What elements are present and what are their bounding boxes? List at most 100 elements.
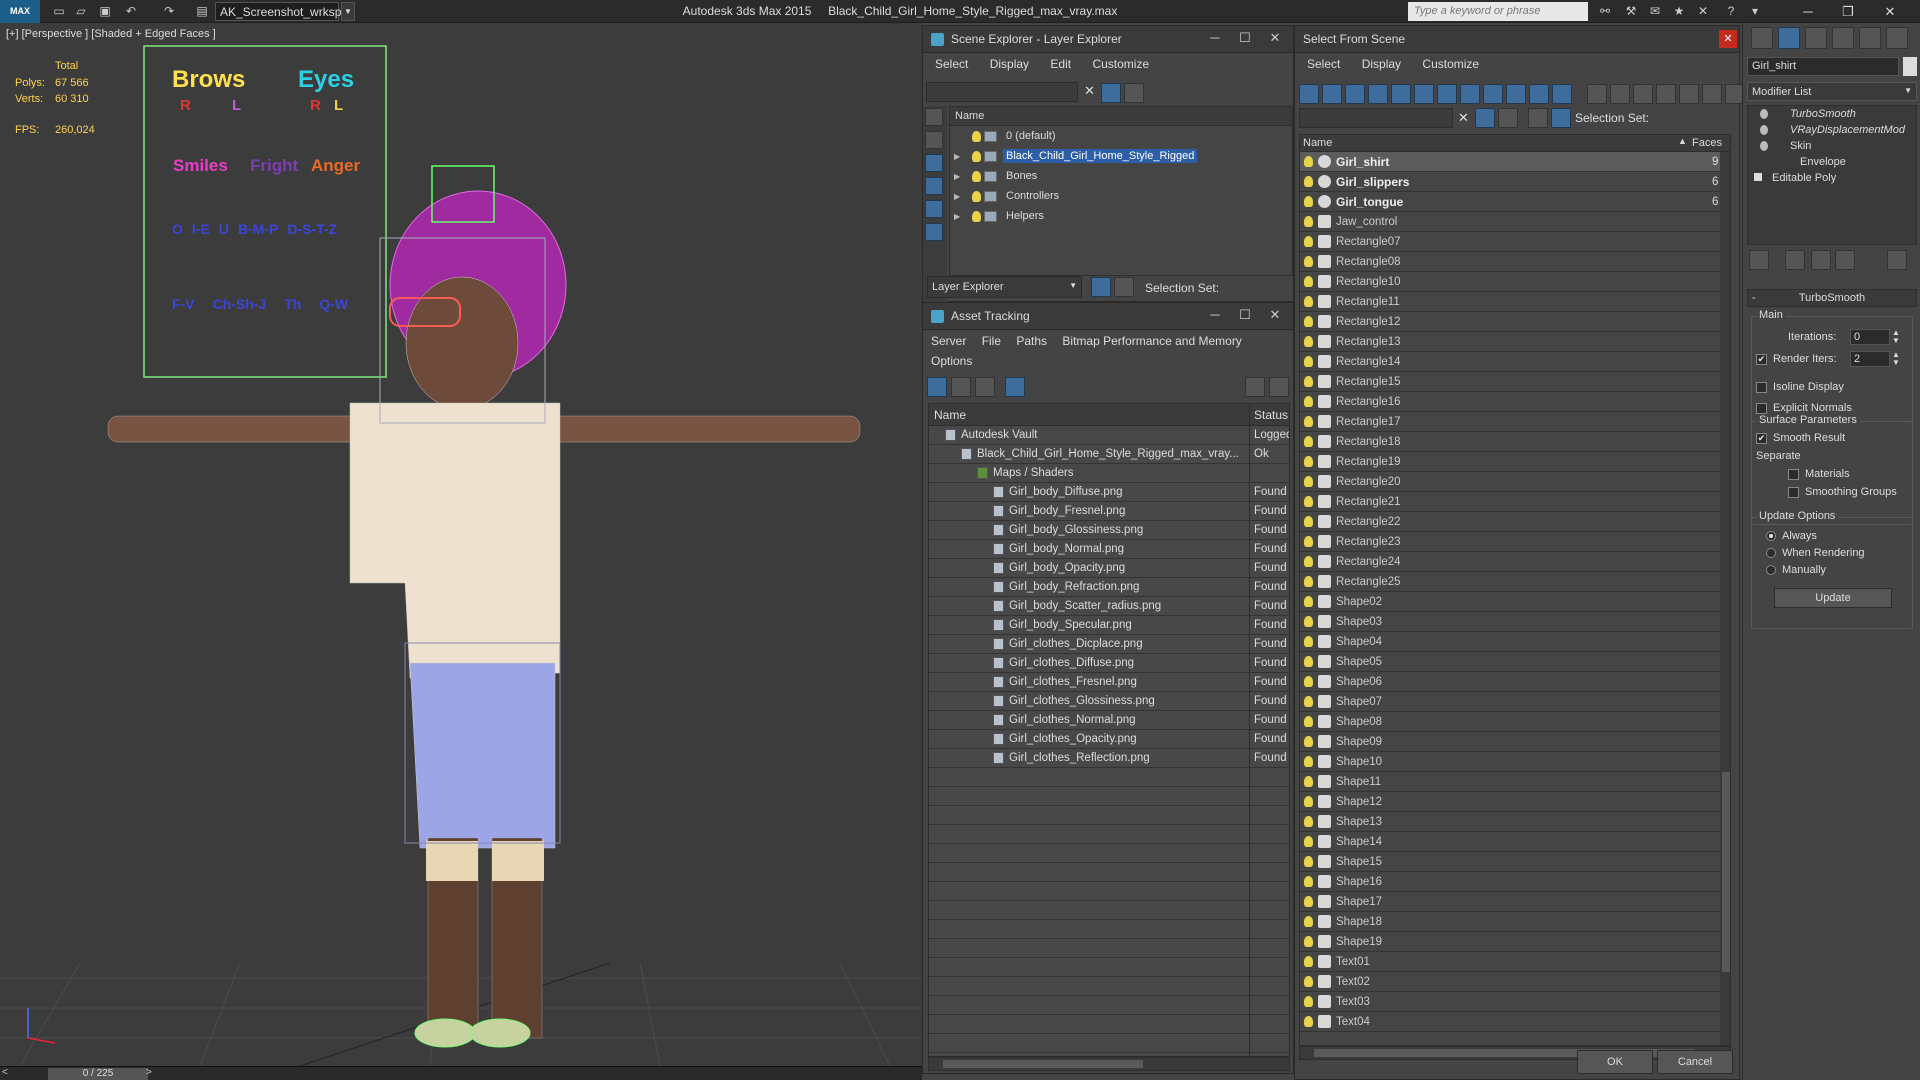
lightbulb-icon[interactable] xyxy=(1304,836,1313,847)
lightbulb-icon[interactable] xyxy=(972,210,981,222)
lightbulb-icon[interactable] xyxy=(1304,536,1313,547)
modifier-row[interactable]: TurboSmooth xyxy=(1748,106,1916,122)
layer-row[interactable]: ▶ Controllers xyxy=(950,186,1292,206)
object-row[interactable]: Girl_shirt 9 xyxy=(1300,152,1720,172)
object-row[interactable]: Shape04 xyxy=(1300,632,1720,652)
object-row[interactable]: Shape19 xyxy=(1300,932,1720,952)
lightbulb-icon[interactable] xyxy=(1304,796,1313,807)
object-row[interactable]: Text04 xyxy=(1300,1012,1720,1032)
lightbulb-icon[interactable] xyxy=(1304,176,1313,187)
select-none-icon[interactable] xyxy=(1679,84,1699,104)
menu-select[interactable]: Select xyxy=(935,57,968,71)
asset-row[interactable]: Girl_body_Scatter_radius.png Found xyxy=(929,597,1289,616)
select-invert-icon[interactable] xyxy=(1702,84,1722,104)
utilities-tab-icon[interactable] xyxy=(1886,27,1908,49)
asset-row[interactable]: Girl_clothes_Glossiness.png Found xyxy=(929,692,1289,711)
asset-row[interactable]: Girl_body_Diffuse.png Found xyxy=(929,483,1289,502)
display-groups-icon[interactable] xyxy=(1437,84,1457,104)
lightbulb-icon[interactable] xyxy=(1304,356,1313,367)
lightbulb-icon[interactable] xyxy=(1304,336,1313,347)
close-icon[interactable]: ✕ xyxy=(1263,30,1287,46)
object-row[interactable]: Girl_slippers 6 xyxy=(1300,172,1720,192)
menu-options[interactable]: Options xyxy=(931,354,972,368)
lightbulb-icon[interactable] xyxy=(1304,916,1313,927)
minimize-window-button[interactable]: ─ xyxy=(1792,0,1824,23)
lightbulb-icon[interactable] xyxy=(1304,456,1313,467)
display-none-icon[interactable] xyxy=(1610,84,1630,104)
always-radio[interactable] xyxy=(1766,531,1776,542)
asset-hscrollbar[interactable] xyxy=(928,1057,1290,1071)
maximize-icon[interactable]: ☐ xyxy=(1233,30,1257,46)
cancel-button[interactable]: Cancel xyxy=(1657,1050,1733,1074)
lightbulb-icon[interactable] xyxy=(972,170,981,182)
lightbulb-icon[interactable] xyxy=(1304,856,1313,867)
materials-checkbox[interactable] xyxy=(1788,468,1799,480)
time-slider[interactable]: 0 / 225 xyxy=(48,1068,148,1080)
object-row[interactable]: Rectangle15 xyxy=(1300,372,1720,392)
lightbulb-icon[interactable] xyxy=(1304,596,1313,607)
object-row[interactable]: Girl_tongue 6 xyxy=(1300,192,1720,212)
configure-sets-icon[interactable] xyxy=(1887,250,1907,270)
project-folder-icon[interactable]: ▤ xyxy=(193,3,211,19)
workspace-dropdown[interactable]: AK_Screenshot_wrksp xyxy=(215,2,341,21)
manually-radio[interactable] xyxy=(1766,565,1776,576)
object-row[interactable]: Rectangle21 xyxy=(1300,492,1720,512)
object-row[interactable]: Rectangle11 xyxy=(1300,292,1720,312)
scrollbar-thumb[interactable] xyxy=(1722,772,1730,972)
close-search-icon[interactable]: ✕ xyxy=(1694,3,1712,19)
lightbulb-icon[interactable] xyxy=(1304,276,1313,287)
lightbulb-icon[interactable] xyxy=(1304,416,1313,427)
expand-icon[interactable]: ▶ xyxy=(954,167,966,187)
menu-customize[interactable]: Customize xyxy=(1092,57,1149,71)
asset-row[interactable]: Girl_clothes_Fresnel.png Found xyxy=(929,673,1289,692)
explicit-normals-checkbox[interactable] xyxy=(1756,402,1767,414)
lightbulb-icon[interactable] xyxy=(1304,216,1313,227)
display-bones-icon[interactable] xyxy=(1483,84,1503,104)
column-header-faces[interactable]: Faces xyxy=(1692,137,1722,149)
filter-icon[interactable] xyxy=(1475,108,1495,128)
display-frozen-icon[interactable] xyxy=(1529,84,1549,104)
display-lights-icon[interactable] xyxy=(1345,84,1365,104)
object-row[interactable]: Text02 xyxy=(1300,972,1720,992)
object-row[interactable]: Rectangle23 xyxy=(1300,532,1720,552)
lightbulb-icon[interactable] xyxy=(1304,396,1313,407)
menu-customize[interactable]: Customize xyxy=(1422,57,1479,71)
expand-icon[interactable]: ▶ xyxy=(954,187,966,207)
object-row[interactable]: Rectangle14 xyxy=(1300,352,1720,372)
lightbulb-icon[interactable] xyxy=(1304,656,1313,667)
lightbulb-icon[interactable] xyxy=(1304,496,1313,507)
asset-row[interactable]: Girl_body_Fresnel.png Found xyxy=(929,502,1289,521)
object-row[interactable]: Rectangle18 xyxy=(1300,432,1720,452)
asset-row[interactable]: Girl_clothes_Normal.png Found xyxy=(929,711,1289,730)
isoline-checkbox[interactable] xyxy=(1756,381,1767,393)
lightbulb-icon[interactable] xyxy=(1304,436,1313,447)
asset-row[interactable]: Girl_body_Glossiness.png Found xyxy=(929,521,1289,540)
asset-row[interactable]: Girl_body_Normal.png Found xyxy=(929,540,1289,559)
asset-row[interactable]: Black_Child_Girl_Home_Style_Rigged_max_v… xyxy=(929,445,1289,464)
object-row[interactable]: Rectangle17 xyxy=(1300,412,1720,432)
lightbulb-icon[interactable] xyxy=(1304,256,1313,267)
object-row[interactable]: Rectangle08 xyxy=(1300,252,1720,272)
menu-server[interactable]: Server xyxy=(931,334,966,348)
lightbulb-icon[interactable] xyxy=(1760,109,1768,120)
object-row[interactable]: Shape08 xyxy=(1300,712,1720,732)
object-row[interactable]: Rectangle24 xyxy=(1300,552,1720,572)
object-row[interactable]: Shape02 xyxy=(1300,592,1720,612)
asset-row[interactable]: Girl_body_Refraction.png Found xyxy=(929,578,1289,597)
object-row[interactable]: Shape15 xyxy=(1300,852,1720,872)
lightbulb-icon[interactable] xyxy=(1304,316,1313,327)
select-children-icon[interactable] xyxy=(1124,83,1144,103)
asset-tracking-titlebar[interactable]: Asset Tracking ─ ☐ ✕ xyxy=(923,303,1293,330)
lightbulb-icon[interactable] xyxy=(1304,476,1313,487)
object-row[interactable]: Shape05 xyxy=(1300,652,1720,672)
lightbulb-icon[interactable] xyxy=(1304,616,1313,627)
chevron-down-icon[interactable]: ▾ xyxy=(1746,3,1764,19)
lightbulb-icon[interactable] xyxy=(1304,156,1313,167)
asset-row[interactable]: Girl_clothes_Diffuse.png Found xyxy=(929,654,1289,673)
iterations-spinner[interactable]: 0 xyxy=(1850,329,1890,345)
column-header-name[interactable]: Name xyxy=(934,408,966,422)
spinner-arrows-icon[interactable]: ▲ ▼ xyxy=(1892,329,1900,345)
asset-row[interactable]: Autodesk Vault Logged xyxy=(929,426,1289,445)
object-row[interactable]: Rectangle07 xyxy=(1300,232,1720,252)
restore-window-button[interactable]: ❐ xyxy=(1832,0,1864,23)
